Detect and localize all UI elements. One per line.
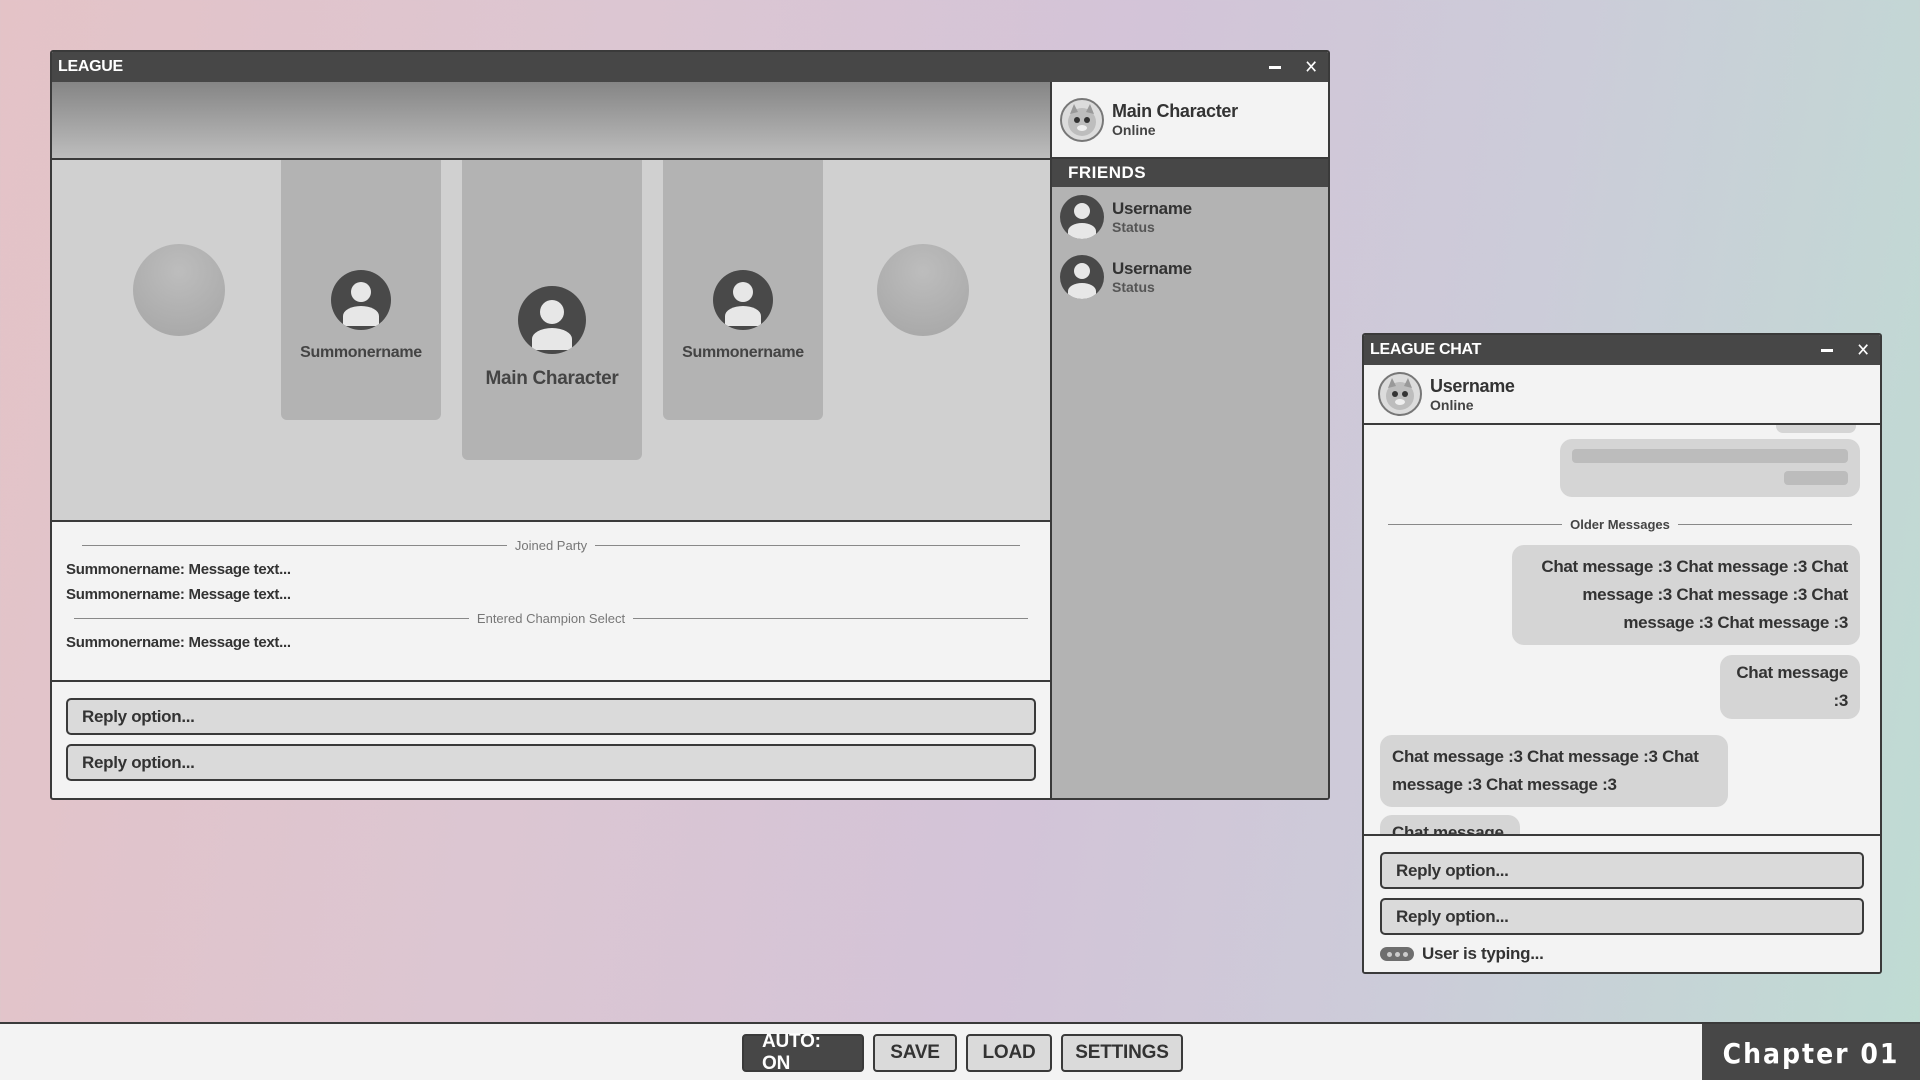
chat-contact-status: Online — [1430, 396, 1474, 413]
placeholder-bubble — [1776, 425, 1856, 433]
settings-button[interactable]: SETTINGS — [1061, 1034, 1183, 1072]
summoner-card-right[interactable]: Summonername — [663, 160, 823, 420]
user-avatar-icon — [518, 286, 586, 354]
reply-option-button[interactable]: Reply option... — [1380, 852, 1864, 889]
summoner-name: Summonername — [300, 344, 422, 361]
chat-contact-name: Username — [1430, 375, 1515, 396]
reply-option-button[interactable]: Reply option... — [1380, 898, 1864, 935]
chat-window: LEAGUE CHAT ✕ Username Online Older Mess… — [1362, 333, 1882, 974]
chat-message-outgoing: Chat message :3 Chat message :3 Chat mes… — [1512, 545, 1860, 645]
friends-header: FRIENDS — [1052, 159, 1328, 187]
current-user-status: Online — [1112, 122, 1156, 138]
chat-message-incoming: Chat message :3 Chat message :3 Chat mes… — [1380, 735, 1728, 807]
chat-messages[interactable]: Older Messages Chat message :3 Chat mess… — [1364, 425, 1880, 836]
empty-slot-right[interactable] — [877, 244, 969, 336]
chat-footer: Reply option... Reply option... User is … — [1364, 836, 1880, 972]
chat-contact[interactable]: Username Online — [1364, 365, 1880, 425]
main-character-name: Main Character — [485, 368, 619, 389]
empty-slot-left[interactable] — [133, 244, 225, 336]
log-line: Summonername: Message text... — [66, 634, 291, 651]
close-icon[interactable]: ✕ — [1300, 56, 1322, 78]
cat-avatar-icon — [1378, 372, 1422, 416]
log-divider: Joined Party — [74, 538, 1028, 553]
league-window: LEAGUE ✕ Summonername Main Character Sum… — [50, 50, 1330, 800]
party-lobby: Summonername Main Character Summonername — [52, 160, 1050, 522]
friend-name: Username — [1112, 199, 1192, 218]
friends-sidebar: Main Character Online FRIENDS Username S… — [1050, 82, 1328, 798]
friend-name: Username — [1112, 259, 1192, 278]
current-user-name: Main Character — [1112, 101, 1238, 121]
placeholder-bubble — [1560, 439, 1860, 497]
bottom-bar: AUTO: ON SAVE LOAD SETTINGS Chapter 01 — [0, 1022, 1920, 1080]
friend-item[interactable]: Username Status — [1052, 247, 1328, 307]
chat-window-title: LEAGUE CHAT — [1370, 341, 1482, 358]
summoner-card-center[interactable]: Main Character — [462, 160, 642, 460]
chat-message-incoming: Chat message :3 — [1380, 815, 1520, 834]
load-button[interactable]: LOAD — [966, 1034, 1052, 1072]
current-user[interactable]: Main Character Online — [1052, 82, 1328, 159]
minimize-icon[interactable] — [1816, 339, 1838, 361]
party-banner — [52, 82, 1050, 160]
chapter-label: Chapter 01 — [1702, 1024, 1920, 1080]
league-window-title: LEAGUE — [58, 58, 123, 75]
friend-status: Status — [1112, 219, 1155, 235]
log-line: Summonername: Message text... — [66, 586, 291, 603]
user-avatar-icon — [331, 270, 391, 330]
bottom-buttons: AUTO: ON SAVE LOAD SETTINGS — [742, 1031, 1183, 1074]
reply-option-button[interactable]: Reply option... — [66, 744, 1036, 781]
friend-status: Status — [1112, 279, 1155, 295]
party-panel: Summonername Main Character Summonername… — [52, 82, 1050, 798]
close-icon[interactable]: ✕ — [1852, 339, 1874, 361]
friend-item[interactable]: Username Status — [1052, 187, 1328, 247]
user-avatar-icon — [1060, 195, 1104, 239]
typing-indicator: User is typing... — [1380, 944, 1864, 964]
league-titlebar[interactable]: LEAGUE ✕ — [52, 52, 1328, 82]
typing-text: User is typing... — [1422, 944, 1544, 963]
chat-message-outgoing: Chat message :3 — [1720, 655, 1860, 719]
older-messages-divider: Older Messages — [1380, 517, 1860, 532]
log-divider: Entered Champion Select — [66, 611, 1036, 626]
user-avatar-icon — [713, 270, 773, 330]
reply-option-button[interactable]: Reply option... — [66, 698, 1036, 735]
party-log: Joined Party Summonername: Message text.… — [52, 522, 1050, 682]
minimize-icon[interactable] — [1264, 56, 1286, 78]
chat-titlebar[interactable]: LEAGUE CHAT ✕ — [1364, 335, 1880, 365]
save-button[interactable]: SAVE — [873, 1034, 957, 1072]
cat-avatar-icon — [1060, 97, 1104, 142]
summoner-name: Summonername — [682, 344, 804, 361]
auto-button[interactable]: AUTO: ON — [742, 1031, 864, 1074]
user-avatar-icon — [1060, 255, 1104, 299]
typing-dots-icon — [1380, 947, 1414, 961]
summoner-card-left[interactable]: Summonername — [281, 160, 441, 420]
log-line: Summonername: Message text... — [66, 561, 291, 578]
party-replies: Reply option... Reply option... — [52, 682, 1050, 798]
